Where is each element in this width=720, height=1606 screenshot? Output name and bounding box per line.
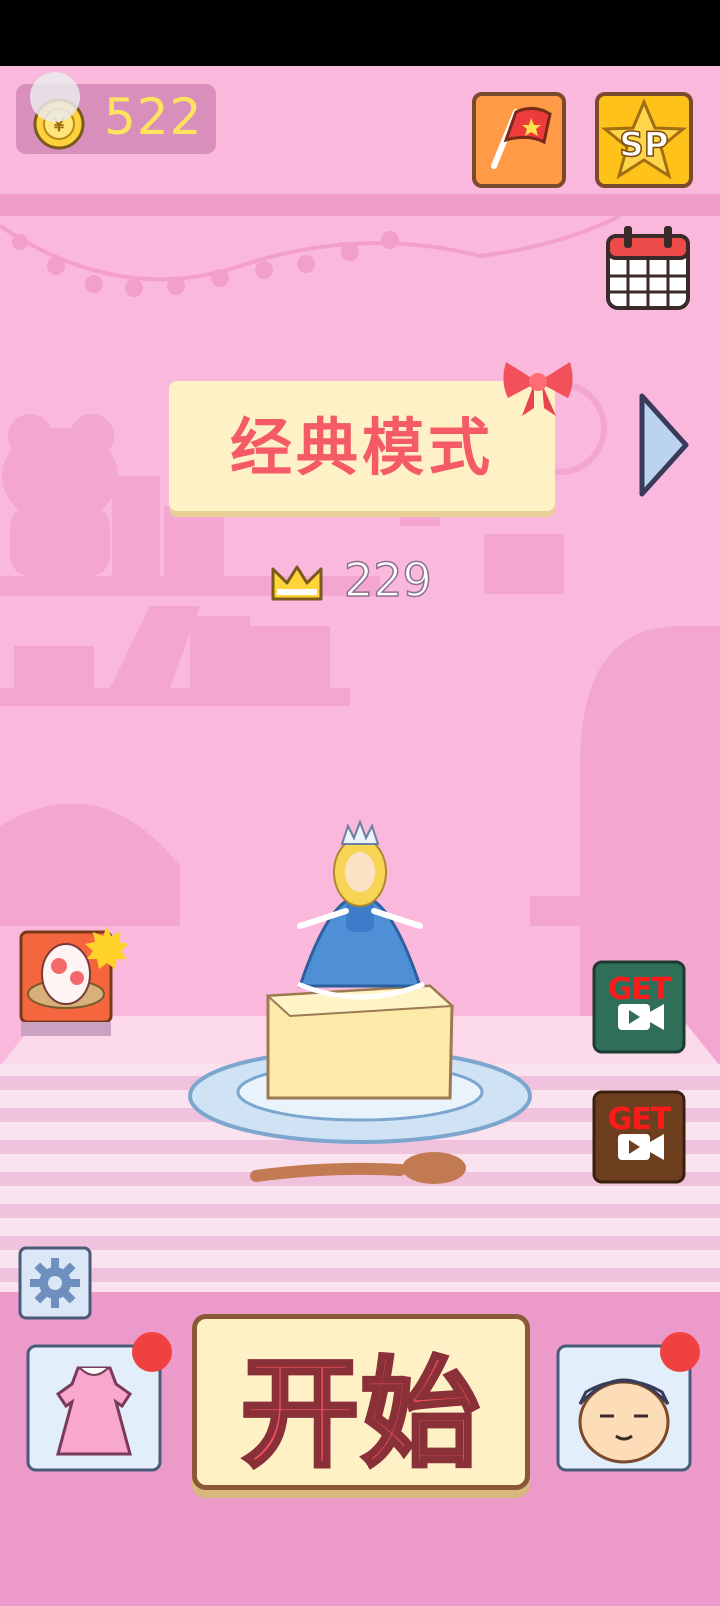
calendar-icon xyxy=(606,226,690,310)
star-icon: SP xyxy=(600,98,688,180)
next-mode-arrow[interactable] xyxy=(636,390,692,500)
best-score: 229 xyxy=(343,552,432,608)
settings-button[interactable] xyxy=(18,1246,92,1320)
mode-title: 经典模式 xyxy=(229,411,494,484)
sp-button[interactable]: SP xyxy=(595,92,693,188)
get-coins-button[interactable]: GET xyxy=(592,1090,686,1184)
get-label: GET xyxy=(607,972,672,1007)
calendar-button[interactable] xyxy=(602,222,694,314)
flag-button[interactable] xyxy=(472,92,566,188)
gear-icon xyxy=(18,1246,92,1320)
flag-icon xyxy=(491,107,552,169)
notification-dot xyxy=(660,1332,700,1372)
crown-icon xyxy=(270,563,324,605)
get-label: GET xyxy=(607,1102,672,1137)
coin-count: 522 xyxy=(104,88,203,146)
status-bar xyxy=(0,0,720,66)
sp-label: SP xyxy=(619,125,668,165)
chevron-right-icon xyxy=(639,393,689,497)
get-reward-button[interactable]: GET xyxy=(592,960,686,1054)
touch-indicator xyxy=(30,72,80,122)
start-label: 开始 xyxy=(239,1343,481,1485)
outfit-button[interactable] xyxy=(26,1332,172,1474)
egg-button[interactable] xyxy=(19,926,129,1036)
notification-dot xyxy=(132,1332,172,1372)
chef-button[interactable] xyxy=(556,1332,700,1474)
bow-icon xyxy=(500,352,576,418)
